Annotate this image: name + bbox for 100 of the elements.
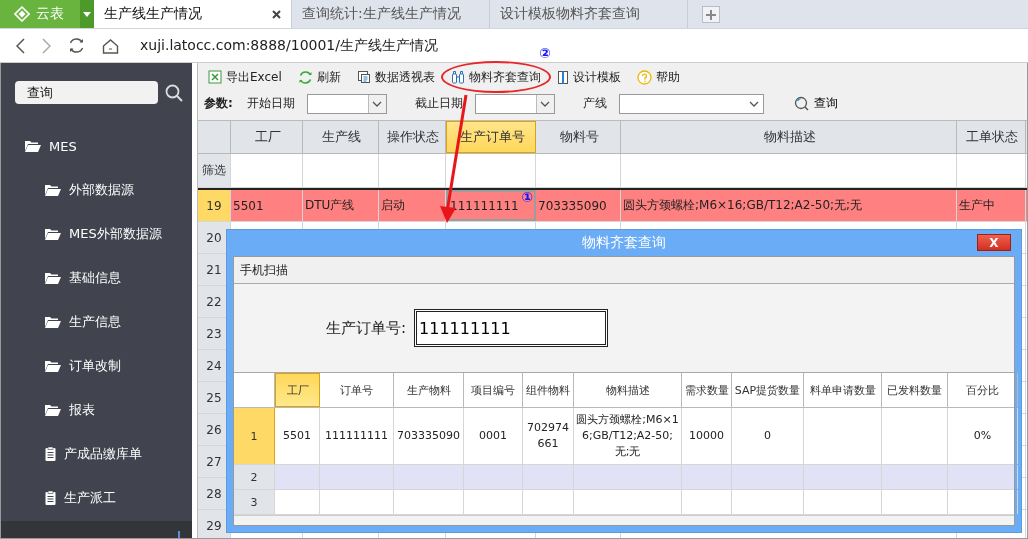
- search-icon[interactable]: [165, 83, 183, 102]
- address-url[interactable]: xuji.latocc.com:8888/10001/生产线生产情况: [140, 36, 438, 55]
- column-header[interactable]: 工厂: [275, 373, 320, 407]
- refresh-icon: [297, 69, 313, 85]
- binoculars-icon: [450, 70, 465, 84]
- plus-icon: [706, 9, 716, 20]
- open-folder-icon: [45, 184, 61, 196]
- dropdown-field[interactable]: [618, 93, 764, 114]
- open-folder-icon: [45, 316, 61, 328]
- tree-item[interactable]: 生产派工: [1, 476, 192, 520]
- column-header[interactable]: 需求数量: [682, 373, 732, 407]
- open-folder-icon: [45, 360, 61, 372]
- table-cell-text: 0: [763, 428, 772, 444]
- new-tab-button[interactable]: [702, 6, 720, 23]
- open-folder-icon: [25, 140, 41, 152]
- table-icon: [356, 70, 371, 84]
- open-folder-icon: [45, 272, 61, 284]
- query-button[interactable]: 查询: [793, 95, 838, 112]
- tree-item[interactable]: 基础信息: [1, 256, 192, 300]
- tree-label: MES外部数据源: [69, 225, 162, 243]
- column-header[interactable]: 生产订单号: [446, 121, 536, 153]
- tree-label: MES: [49, 138, 77, 154]
- tree-item[interactable]: MES: [1, 124, 192, 168]
- search-icon: [793, 96, 809, 111]
- open-folder-icon: [45, 228, 61, 240]
- clipboard-icon: [45, 447, 56, 461]
- column-header[interactable]: 物料描述: [621, 121, 957, 153]
- column-header[interactable]: 项目编号: [464, 373, 523, 407]
- dropdown-button[interactable]: [80, 0, 94, 28]
- row-header[interactable]: 1: [234, 408, 275, 464]
- tree-label: 基础信息: [69, 269, 121, 287]
- order-number-field[interactable]: 111111111: [414, 309, 609, 347]
- help-icon: [636, 69, 652, 85]
- column-header[interactable]: 已发料数量: [882, 373, 948, 407]
- tree-item[interactable]: 订单改制: [1, 344, 192, 388]
- tree-label: 产成品缴库单: [64, 445, 142, 463]
- browser-tab[interactable]: 生产线生产情况: [94, 0, 292, 28]
- params-label: 参数:: [204, 95, 233, 112]
- column-header[interactable]: 料单申请数量: [804, 373, 882, 407]
- column-header[interactable]: 生产线: [303, 121, 379, 153]
- column-header[interactable]: 物料描述: [574, 373, 682, 407]
- search-field[interactable]: 查询: [15, 81, 158, 104]
- table-cell: 生产中: [959, 197, 995, 214]
- row-header[interactable]: 19: [198, 190, 231, 221]
- tree-item[interactable]: MES外部数据源: [1, 212, 192, 256]
- tab-label[interactable]: 手机扫描: [240, 261, 288, 279]
- field-label: 产线: [582, 95, 607, 112]
- table-cell-text: 0001: [478, 428, 508, 444]
- column-header[interactable]: 组件物料: [523, 373, 574, 407]
- chevron-down-icon: [749, 100, 760, 107]
- chevron-down-icon: [372, 100, 383, 107]
- dropdown-field[interactable]: [306, 93, 387, 114]
- caret-icon: [83, 11, 91, 17]
- column-header[interactable]: 工单状态: [957, 121, 1026, 153]
- table-cell: DTU产线: [305, 197, 355, 214]
- field-label: 生产订单号:: [326, 318, 407, 338]
- column-header[interactable]: 工厂: [231, 121, 303, 153]
- forward-icon[interactable]: [42, 37, 51, 54]
- tree-item[interactable]: 报表: [1, 388, 192, 432]
- close-button[interactable]: X: [977, 234, 1011, 251]
- logo-text: 云表: [36, 5, 64, 23]
- columns-icon: [556, 69, 569, 85]
- row-header[interactable]: 2: [234, 465, 275, 489]
- spreadsheet-icon: [208, 70, 222, 84]
- tree-item[interactable]: 外部数据源: [1, 168, 192, 212]
- table-cell: 703335090: [538, 198, 607, 213]
- table-cell: 启动: [381, 197, 405, 214]
- table-cell-text: 702974661: [526, 420, 570, 452]
- tree-item[interactable]: 生产信息: [1, 300, 192, 344]
- column-header[interactable]: 订单号: [320, 373, 394, 407]
- home-icon[interactable]: [102, 37, 119, 54]
- row-header: 筛选: [198, 154, 231, 187]
- close-icon[interactable]: [272, 9, 281, 19]
- field-label: 截止日期: [414, 95, 463, 112]
- column-header[interactable]: 生产物料: [394, 373, 464, 407]
- chevron-down-icon: [540, 100, 551, 107]
- table-cell-text: 5501: [282, 428, 312, 444]
- back-icon[interactable]: [16, 37, 25, 54]
- toolbar-button[interactable]: 设计模板: [552, 66, 625, 88]
- table-cell: 5501: [233, 198, 264, 213]
- diamond-icon: [14, 6, 30, 22]
- dropdown-field[interactable]: [474, 93, 555, 114]
- dialog-title: 物料齐套查询: [582, 234, 666, 252]
- toolbar-button[interactable]: 刷新: [293, 66, 345, 88]
- table-cell: 圆头方颈螺栓;M6×16;GB/T12;A2-50;无;无: [623, 197, 863, 214]
- column-header[interactable]: 百分比: [948, 373, 1018, 407]
- tree-label: 外部数据源: [69, 181, 134, 199]
- step-number: ①: [521, 189, 533, 205]
- column-header[interactable]: SAP提货数量: [732, 373, 804, 407]
- toolbar-button[interactable]: 导出Excel: [204, 66, 286, 88]
- tree-item[interactable]: 产成品缴库单: [1, 432, 192, 476]
- table-cell: 111111111: [450, 198, 519, 213]
- table-cell-text: 圆头方颈螺栓;M6×16;GB/T12;A2-50;无;无: [575, 412, 680, 460]
- reload-icon[interactable]: [68, 37, 85, 54]
- column-header[interactable]: 物料号: [536, 121, 621, 153]
- toolbar-button[interactable]: 帮助: [632, 66, 684, 88]
- row-header[interactable]: 3: [234, 490, 275, 514]
- tree-label: 生产派工: [64, 489, 116, 507]
- toolbar-button[interactable]: 数据透视表: [352, 66, 439, 88]
- step-number: ②: [538, 45, 551, 61]
